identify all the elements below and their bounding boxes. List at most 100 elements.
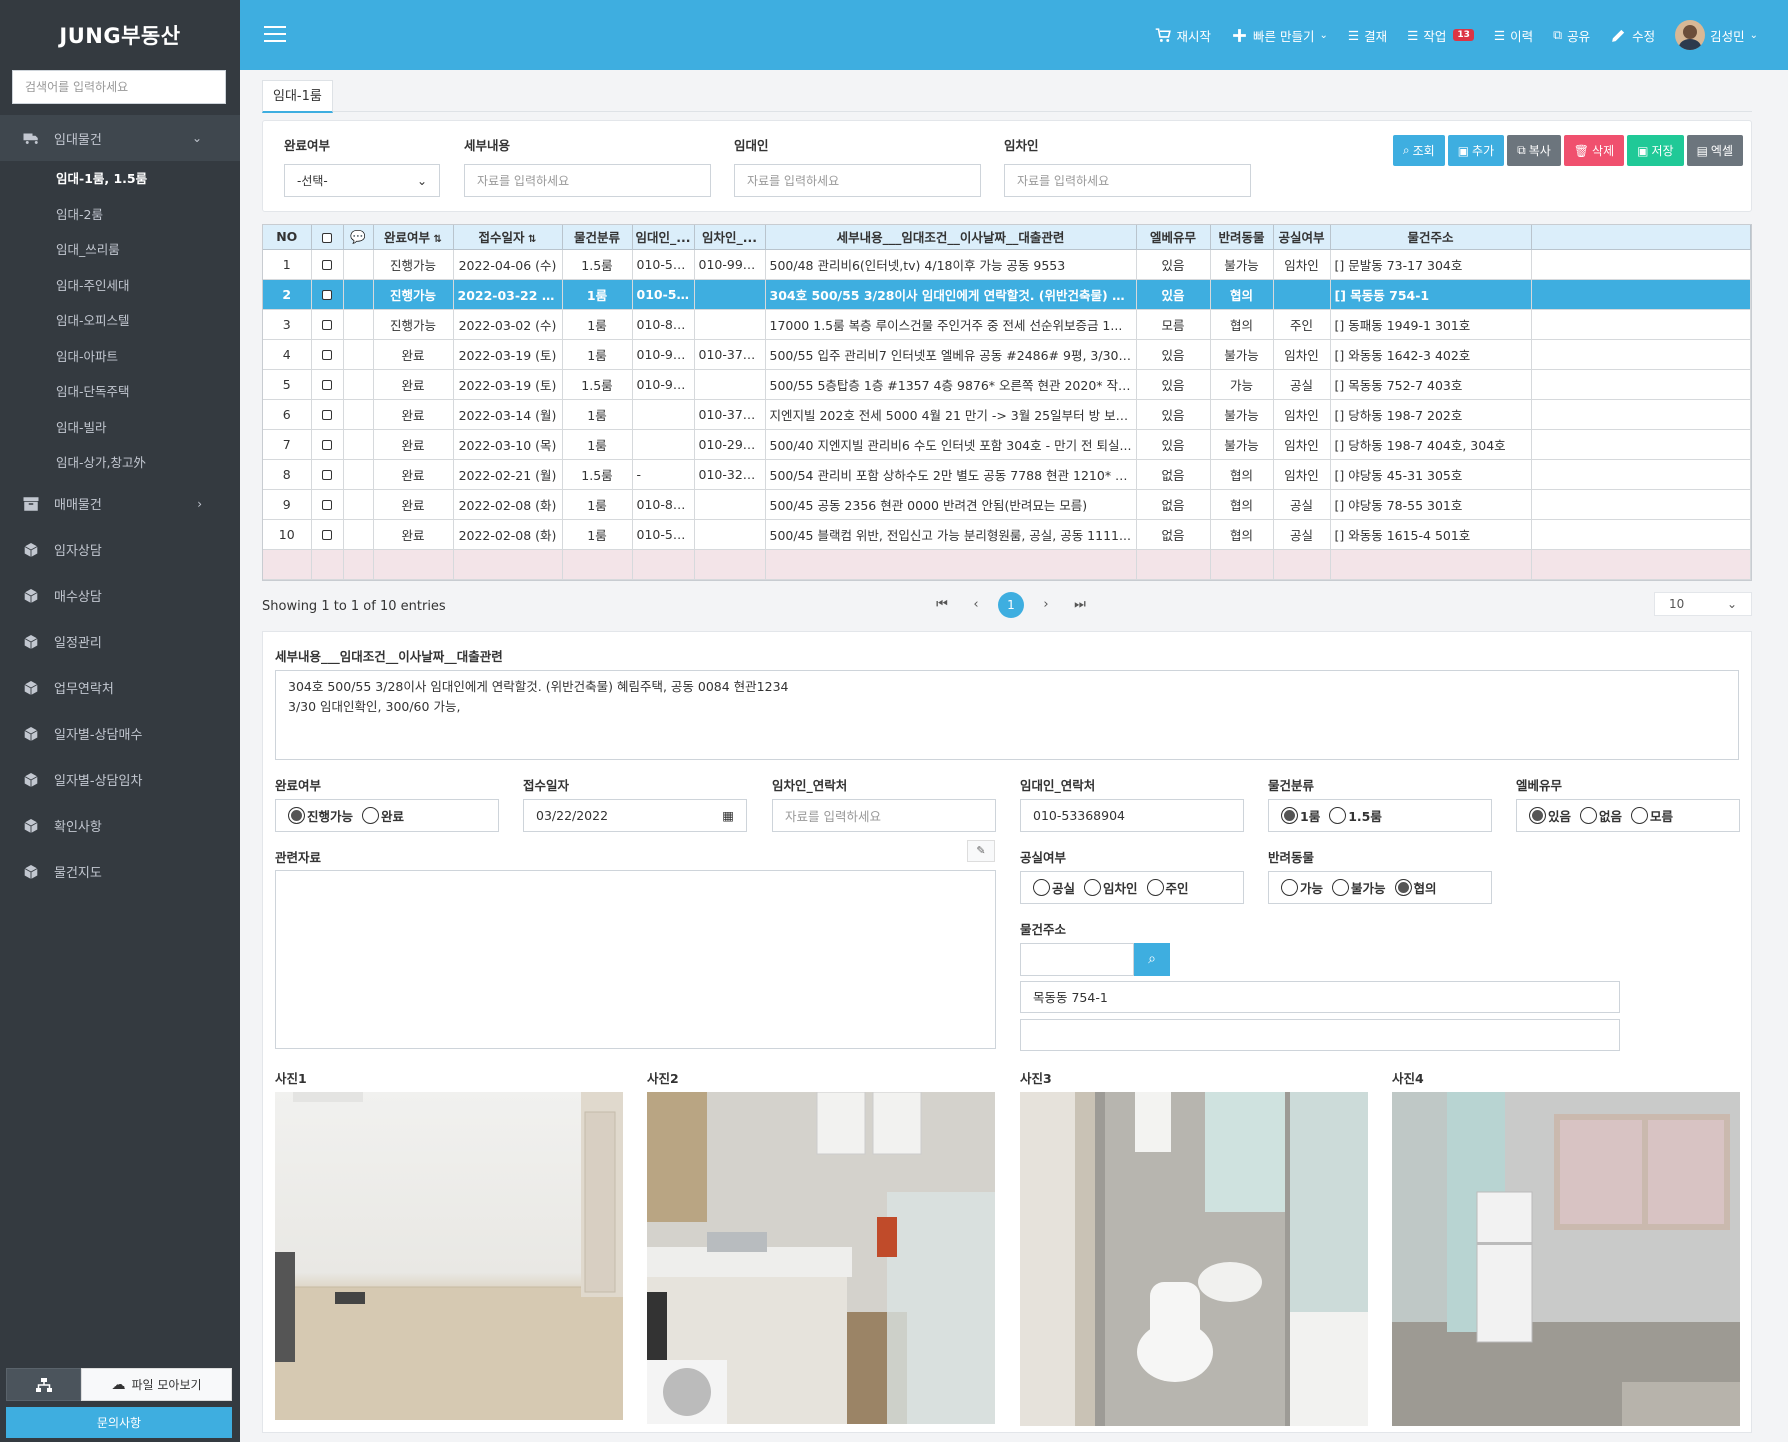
column-header[interactable]: 반려동물 <box>1210 225 1274 250</box>
sidebar-subitem[interactable]: 임대-2룸 <box>0 197 240 233</box>
row-checkbox[interactable] <box>322 380 332 390</box>
sort-icon[interactable]: ⇅ <box>525 234 536 245</box>
tasks-button[interactable]: ☰ 작업 13 <box>1407 26 1474 45</box>
column-header[interactable] <box>311 225 344 250</box>
sidebar-subitem[interactable]: 임대-빌라 <box>0 410 240 446</box>
menu-toggle-icon[interactable] <box>264 26 286 44</box>
column-header[interactable]: 엘베유무 <box>1136 225 1211 250</box>
history-button[interactable]: ☰ 이력 <box>1494 26 1533 45</box>
sidebar-item[interactable]: 임자상담 <box>0 527 240 573</box>
photo1-room[interactable] <box>275 1091 623 1420</box>
quick-create-button[interactable]: 빠른 만들기 ⌄ <box>1231 26 1328 45</box>
memo-textarea[interactable]: 304호 500/55 3/28이사 임대인에게 연락할것. (위반건축물) 혜… <box>275 669 1739 760</box>
column-header[interactable]: 접수일자 ⇅ <box>453 225 563 250</box>
table-row[interactable]: 1 진행가능 2022-04-06 (수) 1.5룸 010-53... 010-999.… <box>263 249 1751 280</box>
sidebar-item[interactable]: 일자별-상담임차 <box>0 757 240 803</box>
table-row[interactable]: 8 완료 2022-02-21 (월) 1.5룸 -010-328... 500/54 관… <box>263 459 1751 490</box>
delete-button[interactable]: 🗑 삭제 <box>1563 135 1625 166</box>
address-main-input[interactable]: 목동동 754-1 <box>1020 980 1620 1013</box>
row-checkbox[interactable] <box>322 530 332 540</box>
sidebar-subitem[interactable]: 임대-상가,창고外 <box>0 445 240 481</box>
copy-button[interactable]: ⧉ 복사 <box>1507 135 1561 166</box>
address-search-input[interactable] <box>1020 942 1134 976</box>
row-checkbox[interactable] <box>322 350 332 360</box>
table-row[interactable]: 3 진행가능 2022-03-02 (수) 1룸 010-82... 17000 1.5룸… <box>263 309 1751 340</box>
sitemap-button[interactable] <box>6 1368 81 1401</box>
table-row[interactable]: 7 완료 2022-03-10 (목) 1룸 010-291... 500/40 지엔지빌… <box>263 429 1751 460</box>
tenant-contact-input[interactable]: 자료를 입력하세요 <box>772 798 996 832</box>
sidebar-subitem[interactable]: 임대-아파트 <box>0 339 240 375</box>
row-checkbox[interactable] <box>322 410 332 420</box>
sidebar-item[interactable]: 업무연락처 <box>0 665 240 711</box>
sidebar-item-rent[interactable]: 임대물건 ⌄ <box>0 115 240 161</box>
row-checkbox[interactable] <box>322 320 332 330</box>
radio-circle[interactable] <box>1631 806 1649 824</box>
sidebar-item[interactable]: 확인사항 <box>0 803 240 849</box>
radio-circle[interactable] <box>1529 806 1546 824</box>
address-search-button[interactable]: ⌕ <box>1134 942 1170 976</box>
page-1-button[interactable]: 1 <box>998 591 1024 618</box>
excel-button[interactable]: ▤ 엑셀 <box>1686 135 1743 166</box>
related-textarea[interactable] <box>275 869 996 1049</box>
new-row[interactable] <box>263 549 1751 580</box>
first-page-button[interactable]: ⏮ <box>930 592 954 618</box>
detail-filter-input[interactable]: 자료를 입력하세요 <box>464 164 711 197</box>
user-menu[interactable]: 김성민 ⌄ <box>1675 20 1758 50</box>
sidebar-subitem[interactable]: 임대-주인세대 <box>0 268 240 304</box>
sidebar-item[interactable]: 일정관리 <box>0 619 240 665</box>
radio-circle[interactable] <box>1146 878 1164 896</box>
radio-option[interactable]: 주인 <box>1146 878 1189 897</box>
radio-circle[interactable] <box>1281 878 1298 896</box>
add-button[interactable]: ▣ 추가 <box>1447 135 1505 166</box>
column-header[interactable]: NO <box>263 225 312 250</box>
column-header[interactable]: 물건분류 <box>562 225 633 250</box>
row-checkbox[interactable] <box>322 260 332 270</box>
column-header[interactable]: 임대인_... <box>632 225 695 250</box>
date-input[interactable]: 03/22/2022 ▦ <box>523 798 747 832</box>
column-header[interactable]: 공실여부 <box>1273 225 1331 250</box>
photo4-room[interactable] <box>1392 1091 1740 1426</box>
radio-circle[interactable] <box>362 806 380 824</box>
search-button[interactable]: ⌕ 조회 <box>1392 135 1445 166</box>
row-checkbox[interactable] <box>322 440 332 450</box>
files-overview-button[interactable]: ☁ 파일 모아보기 <box>81 1368 232 1401</box>
table-row[interactable]: 2 진행가능 2022-03-22 (화) 1룸 010-53... 304호 500/5… <box>263 279 1751 310</box>
radio-option[interactable]: 1.5룸 <box>1329 806 1382 825</box>
radio-circle[interactable] <box>1329 806 1347 824</box>
table-row[interactable]: 6 완료 2022-03-14 (월) 1룸 010-378... 지엔지빌 202호 전… <box>263 399 1751 430</box>
sidebar-item[interactable]: 매수상담 <box>0 573 240 619</box>
radio-circle[interactable] <box>1084 878 1102 896</box>
edit-button[interactable]: 수정 <box>1610 26 1655 45</box>
radio-circle[interactable] <box>288 806 305 824</box>
payment-button[interactable]: ☰ 결재 <box>1348 26 1387 45</box>
row-checkbox[interactable] <box>322 500 332 510</box>
tab-rent-1room[interactable]: 임대-1룸 <box>262 80 333 113</box>
radio-option[interactable]: 있음 <box>1529 806 1571 825</box>
status-filter-select[interactable]: -선택- ⌄ <box>284 164 440 197</box>
table-row[interactable]: 5 완료 2022-03-19 (토) 1.5룸 010-92... 500/55 5층탑… <box>263 369 1751 400</box>
select-all-checkbox[interactable] <box>322 232 332 243</box>
table-row[interactable]: 10 완료 2022-02-08 (화) 1룸 010-53... 500/45 블랙컴 … <box>263 519 1751 550</box>
sidebar-subitem[interactable]: 임대-오피스텔 <box>0 303 240 339</box>
radio-option[interactable]: 완료 <box>362 806 404 825</box>
page-size-select[interactable]: 10 ⌄ <box>1654 591 1752 616</box>
next-page-button[interactable]: › <box>1034 592 1058 618</box>
inquiry-button[interactable]: 문의사항 <box>6 1407 232 1438</box>
last-page-button[interactable]: ⏭ <box>1068 592 1092 618</box>
radio-option[interactable]: 1룸 <box>1281 806 1320 825</box>
landlord-contact-input[interactable]: 010-53368904 <box>1020 798 1244 832</box>
save-button[interactable]: ▣ 저장 <box>1627 135 1684 166</box>
radio-option[interactable]: 없음 <box>1580 806 1622 825</box>
sort-icon[interactable]: ⇅ <box>430 234 442 245</box>
sidebar-subitem[interactable]: 임대_쓰리룸 <box>0 232 240 268</box>
sidebar-item[interactable]: 물건지도 <box>0 849 240 895</box>
radio-option[interactable]: 공실 <box>1033 878 1075 897</box>
address-detail-input[interactable] <box>1020 1018 1620 1051</box>
sidebar-item[interactable]: 매매물건 › <box>0 481 240 527</box>
restart-button[interactable]: 재시작 <box>1155 26 1211 45</box>
radio-circle[interactable] <box>1332 878 1350 896</box>
share-button[interactable]: ⧉ 공유 <box>1553 26 1590 45</box>
landlord-filter-input[interactable]: 자료를 입력하세요 <box>734 164 981 197</box>
sidebar-search-input[interactable] <box>12 70 226 104</box>
column-header[interactable]: 임차인_... <box>694 225 766 250</box>
